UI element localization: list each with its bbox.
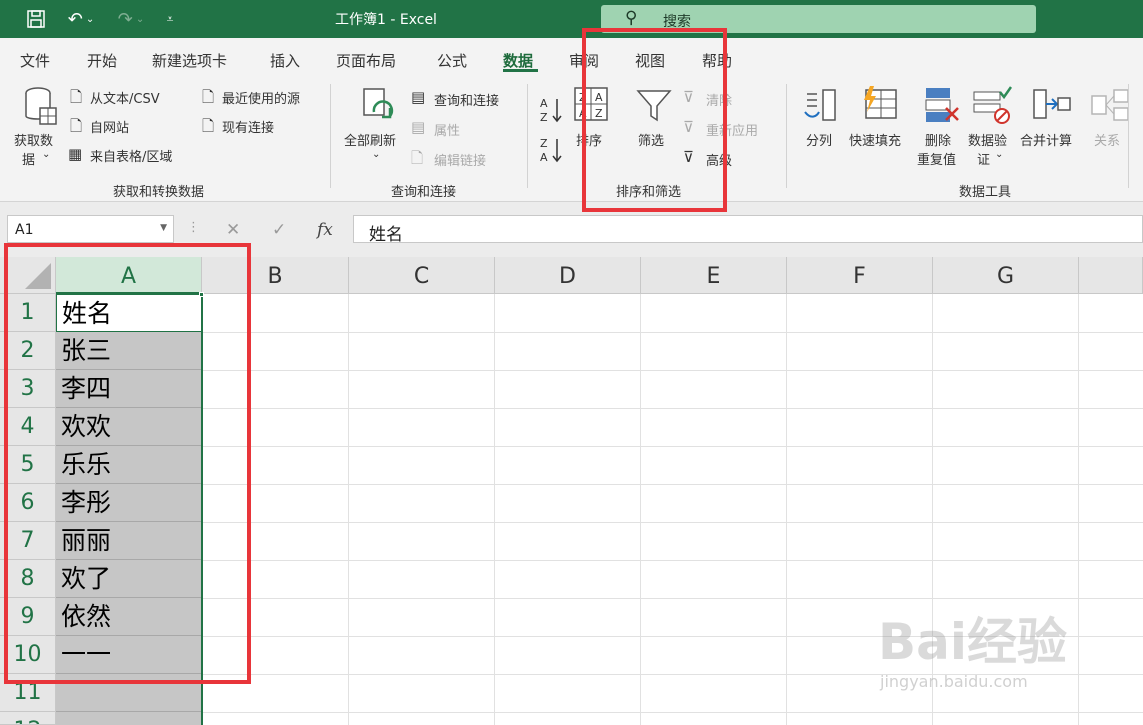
flash-fill-icon	[860, 86, 900, 126]
properties-button: 属性	[434, 124, 461, 139]
enter-icon[interactable]: ✓	[272, 220, 286, 240]
group-separator	[330, 84, 331, 188]
column-header-e[interactable]: E	[641, 257, 787, 294]
text-to-columns-icon	[803, 88, 839, 128]
row-header-12[interactable]: 12	[0, 712, 56, 725]
from-web-button[interactable]: 自网站	[90, 117, 129, 136]
column-header-h[interactable]	[1079, 257, 1143, 294]
cell-a12[interactable]	[56, 712, 202, 725]
group-separator	[527, 84, 528, 188]
group-separator	[786, 84, 787, 188]
sort-za-icon[interactable]: ZA	[540, 136, 564, 168]
data-validation-label-2: 证	[977, 153, 991, 168]
relationships-button: 关系	[1094, 134, 1121, 149]
recent-sources-button[interactable]: 最近使用的源	[222, 88, 300, 107]
group-label-queries: 查询和连接	[391, 185, 457, 200]
highlight-box-sort-filter	[582, 28, 727, 212]
chevron-down-icon: ⌄	[372, 149, 381, 160]
watermark-url: jingyan.baidu.com	[880, 672, 1028, 691]
highlight-box-column-a	[4, 243, 251, 684]
recent-sources-icon: 🗋	[202, 88, 215, 106]
save-icon[interactable]	[22, 6, 50, 32]
watermark-brand: Bai经验	[878, 613, 1067, 671]
sort-az-icon[interactable]: AZ	[540, 96, 564, 128]
grid-line	[494, 294, 495, 725]
chevron-down-icon[interactable]: ▼	[160, 223, 167, 233]
svg-text:Z: Z	[540, 111, 548, 124]
remove-duplicates-icon	[924, 86, 960, 128]
chevron-down-icon: ⌄	[995, 149, 1004, 160]
web-icon: 🗋	[70, 117, 83, 135]
text-to-columns-button[interactable]: 分列	[806, 130, 832, 149]
remove-duplicates-button[interactable]: 删除	[925, 130, 951, 149]
formula-value: 姓名	[369, 225, 403, 245]
consolidate-icon	[1032, 88, 1072, 128]
existing-connections-icon: 🗋	[202, 117, 215, 135]
title-bar: ↶ ⌄ ↷ ⌄ ⩡ 工作簿1 - Excel ⚲ 搜索	[0, 0, 1143, 38]
chevron-down-icon: ⌄	[42, 149, 51, 160]
data-validation-icon	[972, 86, 1013, 128]
from-table-button[interactable]: 来自表格/区域	[90, 146, 172, 165]
group-label-get-transform: 获取和转换数据	[113, 185, 205, 200]
name-box[interactable]: A1 ▼	[7, 215, 174, 243]
data-validation-button[interactable]: 数据验	[968, 130, 1007, 149]
edit-links-button: 编辑链接	[434, 154, 487, 169]
database-icon	[22, 86, 58, 130]
relationships-icon	[1090, 88, 1130, 128]
existing-connections-button[interactable]: 现有连接	[222, 117, 274, 136]
grid-line	[348, 294, 349, 725]
watermark: Bai经验 jingyan.baidu.com	[870, 600, 1130, 700]
tab-formulas[interactable]: 公式	[437, 50, 467, 71]
undo-icon[interactable]: ↶ ⌄	[60, 6, 102, 32]
more-options-icon[interactable]: ⋮	[187, 220, 200, 235]
remove-duplicates-label-2: 重复值	[917, 153, 957, 168]
svg-text:Z: Z	[540, 137, 548, 150]
insert-function-icon[interactable]: fx	[317, 220, 333, 240]
flash-fill-button[interactable]: 快速填充	[849, 130, 901, 149]
tab-new-tab[interactable]: 新建选项卡	[152, 50, 227, 71]
tab-page-layout[interactable]: 页面布局	[336, 50, 396, 71]
queries-connections-button[interactable]: 查询和连接	[434, 90, 499, 109]
ribbon-tabs: 文件 开始 新建选项卡 插入 页面布局 公式 数据 审阅 视图 帮助	[0, 38, 1143, 76]
customize-icon[interactable]: ⩡	[160, 6, 180, 32]
column-header-f[interactable]: F	[787, 257, 933, 294]
column-header-g[interactable]: G	[933, 257, 1079, 294]
consolidate-button[interactable]: 合并计算	[1020, 130, 1072, 149]
search-icon: ⚲	[625, 8, 638, 28]
name-box-value: A1	[15, 222, 34, 238]
table-icon: ▦	[68, 145, 83, 163]
group-separator	[1128, 84, 1129, 188]
get-data-label-2: 据	[22, 153, 36, 168]
text-file-icon: 🗋	[70, 88, 83, 106]
grid-line	[786, 294, 787, 725]
from-text-button[interactable]: 从文本/CSV	[90, 88, 160, 107]
queries-connections-icon: ▤	[411, 88, 426, 106]
properties-icon: ▤	[411, 118, 426, 136]
ribbon: 获取数 据 ⌄ 🗋 从文本/CSV 🗋 自网站 ▦ 来自表格/区域 🗋 最近使用…	[0, 76, 1143, 202]
window-title: 工作簿1 - Excel	[335, 12, 437, 28]
get-data-button[interactable]: 获取数	[14, 130, 53, 149]
column-header-c[interactable]: C	[349, 257, 495, 294]
tab-data[interactable]: 数据	[503, 50, 533, 71]
formula-input[interactable]: 姓名	[353, 215, 1143, 245]
tab-file[interactable]: 文件	[20, 50, 50, 71]
svg-text:A: A	[540, 151, 548, 164]
refresh-all-icon	[360, 86, 396, 130]
cancel-icon[interactable]: ✕	[226, 220, 240, 240]
svg-text:A: A	[540, 97, 548, 110]
active-tab-indicator	[503, 69, 538, 72]
grid-line	[56, 712, 1143, 713]
grid-line	[640, 294, 641, 725]
edit-links-icon: 🗋	[411, 149, 424, 167]
tab-insert[interactable]: 插入	[270, 50, 300, 71]
column-header-d[interactable]: D	[495, 257, 641, 294]
refresh-all-button[interactable]: 全部刷新	[344, 130, 396, 149]
redo-icon: ↷ ⌄	[117, 8, 145, 30]
tab-home[interactable]: 开始	[87, 50, 117, 71]
group-label-data-tools: 数据工具	[959, 185, 1012, 200]
